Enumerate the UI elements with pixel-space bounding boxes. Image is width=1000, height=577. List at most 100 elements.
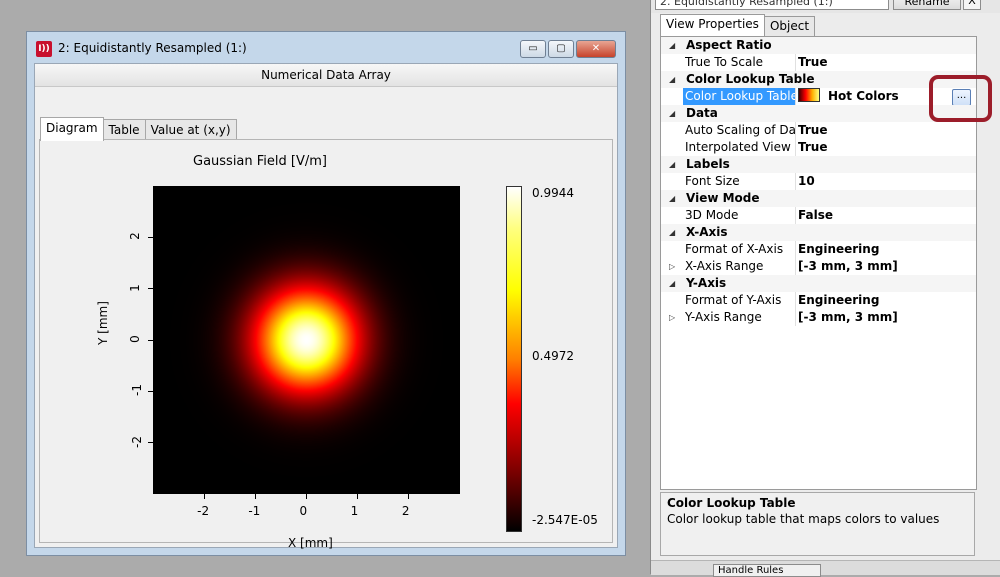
column-separator — [795, 241, 796, 258]
property-value-cell[interactable]: False — [798, 207, 833, 224]
property-value: [-3 mm, 3 mm] — [798, 310, 898, 324]
property-row[interactable]: ▷ X-Axis Range [-3 mm, 3 mm] — [661, 258, 976, 275]
colorbar — [506, 186, 522, 532]
panel-close-button[interactable]: X — [963, 0, 981, 10]
rename-button[interactable]: Rename — [893, 0, 961, 10]
maximize-button[interactable]: ▢ — [548, 40, 574, 58]
window-titlebar[interactable]: I)) 2: Equidistantly Resampled (1:) ▭ ▢ … — [27, 32, 625, 65]
category-label: View Mode — [686, 191, 760, 205]
collapse-triangle-icon[interactable]: ◢ — [669, 275, 675, 292]
property-name: True To Scale — [685, 55, 764, 69]
property-row[interactable]: Font Size 10 — [661, 173, 976, 190]
diagram-window: I)) 2: Equidistantly Resampled (1:) ▭ ▢ … — [26, 31, 626, 556]
highlight-annotation — [929, 75, 992, 122]
column-separator — [795, 88, 796, 105]
x-tick-mark — [203, 494, 205, 499]
tab-object[interactable]: Object — [763, 16, 816, 36]
y-tick-mark — [148, 288, 153, 290]
panel-bottom-strip: Handle Rules — [651, 560, 1000, 577]
property-value: Engineering — [798, 242, 880, 256]
tab-diagram[interactable]: Diagram — [40, 117, 104, 141]
property-category[interactable]: ◢ Aspect Ratio — [661, 37, 976, 54]
property-value-cell[interactable]: True — [798, 54, 827, 71]
property-name: Color Lookup Table — [683, 88, 795, 105]
app-icon: I)) — [36, 41, 52, 57]
property-name: Format of Y-Axis — [685, 293, 782, 307]
property-row[interactable]: Format of Y-Axis Engineering — [661, 292, 976, 309]
x-tick-label: 0 — [299, 504, 308, 518]
property-value-cell[interactable]: True — [798, 139, 827, 156]
plot-area: Gaussian Field [V/m] Y [mm] X [mm] 0.994… — [39, 139, 613, 550]
window-title: 2: Equidistantly Resampled (1:) — [58, 41, 247, 55]
property-row[interactable]: Interpolated View True — [661, 139, 976, 156]
x-tick-mark — [306, 494, 307, 499]
column-separator — [795, 173, 796, 190]
property-row[interactable]: 3D Mode False — [661, 207, 976, 224]
property-value-cell[interactable]: Engineering — [798, 292, 879, 309]
expand-triangle-icon[interactable]: ▷ — [669, 258, 675, 275]
x-tick-label: 1 — [350, 504, 359, 518]
property-name: Y-Axis Range — [685, 310, 762, 324]
x-tick-mark — [408, 494, 410, 499]
x-tick-mark — [254, 494, 256, 499]
property-category[interactable]: ◢ X-Axis — [661, 224, 976, 241]
document-selector[interactable]: 2. Equidistantly Resampled (1:) — [655, 0, 889, 10]
expand-triangle-icon[interactable]: ▷ — [669, 309, 675, 326]
collapse-triangle-icon[interactable]: ◢ — [669, 224, 675, 241]
gaussian-heatmap[interactable] — [153, 186, 460, 494]
document-type-header: Numerical Data Array — [35, 64, 617, 87]
property-name: Format of X-Axis — [685, 242, 784, 256]
diagram-tabs: Diagram Table Value at (x,y) — [40, 117, 237, 141]
collapse-triangle-icon[interactable]: ◢ — [669, 105, 675, 122]
property-name: Font Size — [685, 174, 740, 188]
property-category[interactable]: ◢ Labels — [661, 156, 976, 173]
property-value: 10 — [798, 174, 815, 188]
property-value: Hot Colors — [828, 89, 899, 103]
description-title: Color Lookup Table — [667, 496, 796, 510]
collapse-triangle-icon[interactable]: ◢ — [669, 71, 675, 88]
y-tick-label: -2 — [129, 435, 144, 448]
colorbar-max-label: 0.9944 — [532, 186, 574, 200]
property-value-cell[interactable]: [-3 mm, 3 mm] — [798, 309, 898, 326]
tab-table[interactable]: Table — [102, 119, 146, 141]
category-label: X-Axis — [686, 225, 728, 239]
property-value-cell[interactable]: 10 — [798, 173, 815, 190]
property-category[interactable]: ◢ Y-Axis — [661, 275, 976, 292]
property-name: 3D Mode — [685, 208, 739, 222]
property-row[interactable]: Format of X-Axis Engineering — [661, 241, 976, 258]
category-label: Data — [686, 106, 718, 120]
panel-tabs: View Properties Object — [660, 14, 816, 36]
y-tick-mark — [148, 442, 153, 444]
property-row[interactable]: ▷ Y-Axis Range [-3 mm, 3 mm] — [661, 309, 976, 326]
property-row[interactable]: Auto Scaling of DataTrue — [661, 122, 976, 139]
x-tick-label: -2 — [197, 504, 210, 518]
collapse-triangle-icon[interactable]: ◢ — [669, 37, 675, 54]
panel-top-strip: 2. Equidistantly Resampled (1:) Rename X — [651, 0, 1000, 13]
property-value: [-3 mm, 3 mm] — [798, 259, 898, 273]
collapse-triangle-icon[interactable]: ◢ — [669, 156, 675, 173]
y-tick-label: 2 — [127, 232, 142, 241]
property-value-cell[interactable]: Engineering — [798, 241, 879, 258]
property-value-cell[interactable]: [-3 mm, 3 mm] — [798, 258, 898, 275]
description-text: Color lookup table that maps colors to v… — [667, 512, 940, 526]
y-tick-mark — [148, 390, 153, 392]
close-button[interactable]: ✕ — [576, 40, 616, 58]
bottom-tab-handle-rules[interactable]: Handle Rules — [713, 564, 821, 577]
x-axis-label: X [mm] — [288, 536, 333, 550]
tab-value-at-xy[interactable]: Value at (x,y) — [144, 119, 237, 141]
property-value: False — [798, 208, 833, 222]
property-value-cell[interactable]: Hot Colors — [798, 88, 899, 105]
property-value: True — [798, 55, 828, 69]
minimize-button[interactable]: ▭ — [520, 40, 546, 58]
column-separator — [795, 258, 796, 275]
property-row[interactable]: True To Scale True — [661, 54, 976, 71]
y-tick-label: 1 — [127, 283, 142, 292]
property-value-cell[interactable]: True — [798, 122, 827, 139]
x-tick-label: 2 — [401, 504, 410, 518]
tab-view-properties[interactable]: View Properties — [660, 14, 765, 36]
chart-title: Gaussian Field [V/m] — [193, 154, 327, 169]
category-label: Y-Axis — [686, 276, 727, 290]
property-value: True — [798, 140, 828, 154]
property-category[interactable]: ◢ View Mode — [661, 190, 976, 207]
collapse-triangle-icon[interactable]: ◢ — [669, 190, 675, 207]
